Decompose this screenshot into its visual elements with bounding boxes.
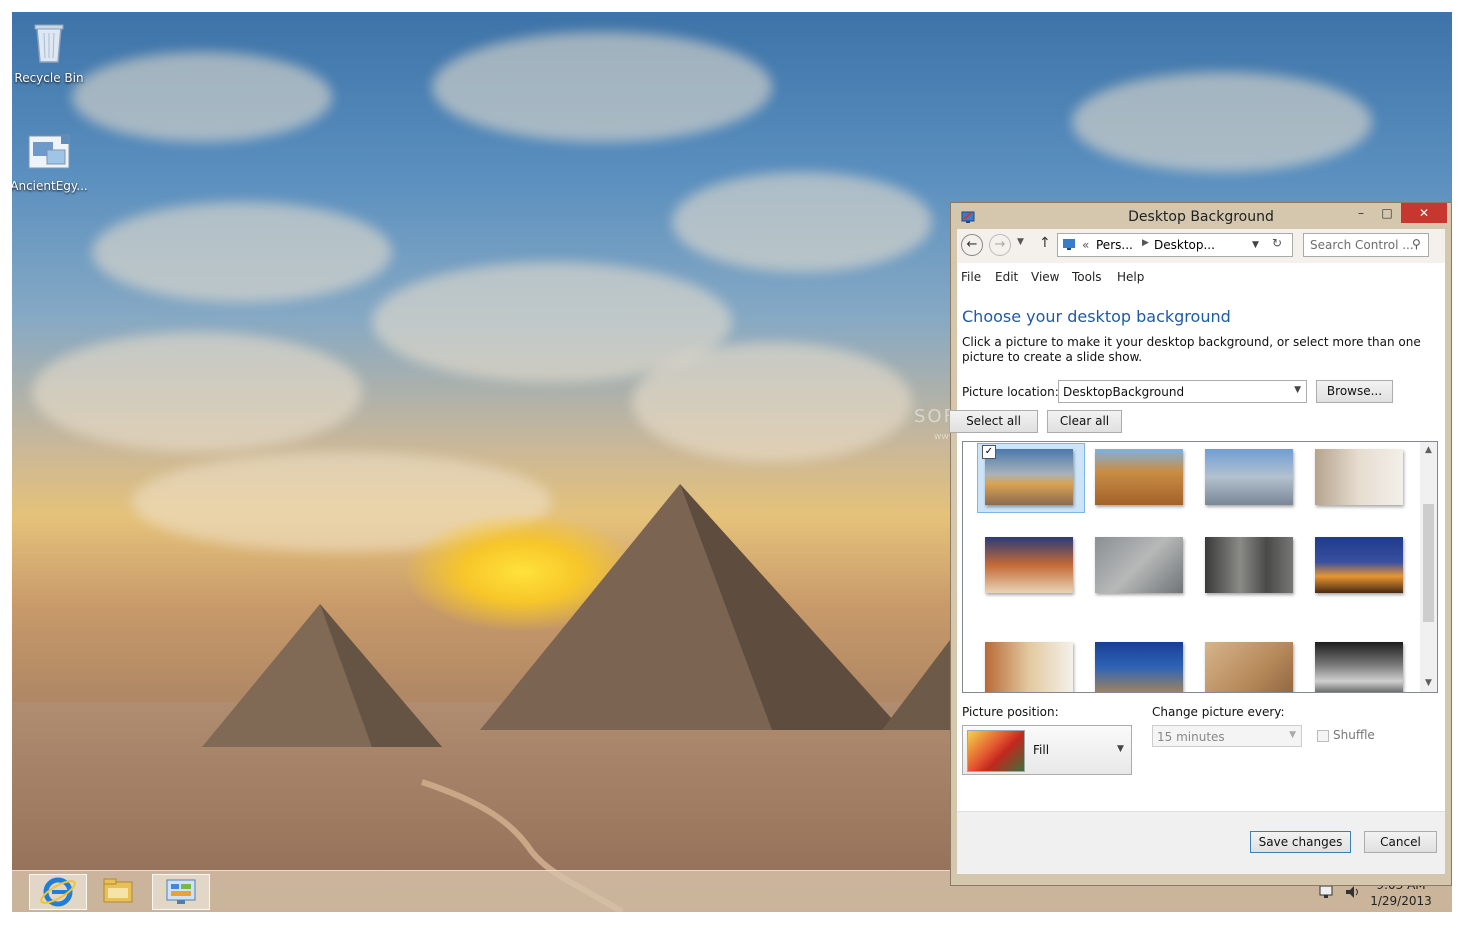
address-dropdown-icon[interactable]: ▼ xyxy=(1252,240,1259,250)
recycle-bin-shortcut[interactable]: Recycle Bin xyxy=(12,20,89,85)
thumbnail-desert-temple[interactable] xyxy=(1095,449,1183,505)
page-title: Choose your desktop background xyxy=(962,307,1231,326)
page-description: Click a picture to make it your desktop … xyxy=(962,335,1421,364)
recent-locations-chevron-icon[interactable]: ▼ xyxy=(1017,237,1024,247)
picture-position-value: Fill xyxy=(1033,743,1050,757)
picture-grid: ✓ ▲ ▼ xyxy=(962,441,1438,693)
thumbnail-colonnade-bw[interactable] xyxy=(1315,642,1403,692)
shuffle-checkbox[interactable] xyxy=(1317,730,1329,742)
scroll-down-icon[interactable]: ▼ xyxy=(1420,675,1437,692)
breadcrumb-separator-icon: ▶ xyxy=(1142,238,1149,248)
address-bar: ← → ▼ ↑ « Pers... ▶ Desktop... ▼ ↻ Searc… xyxy=(957,229,1445,263)
grid-scrollbar[interactable]: ▲ ▼ xyxy=(1420,442,1437,692)
file-explorer-icon xyxy=(103,878,133,903)
menu-tools[interactable]: Tools xyxy=(1072,270,1102,284)
up-arrow-icon[interactable]: ↑ xyxy=(1039,235,1051,251)
content-pane: Choose your desktop background Click a p… xyxy=(949,291,1445,811)
desktop-icon-label: AncientEgy... xyxy=(12,179,88,193)
thumbnail-hieroglyph-relief[interactable] xyxy=(1095,537,1183,593)
thumbnail-tomb-painting[interactable] xyxy=(985,642,1073,692)
scrollbar-thumb[interactable] xyxy=(1423,504,1434,622)
thumbnail-checkbox[interactable]: ✓ xyxy=(982,445,996,459)
taskbar-internet-explorer[interactable] xyxy=(29,874,87,910)
thumbnail-carved-pillars[interactable] xyxy=(1205,537,1293,593)
browse-button[interactable]: Browse... xyxy=(1316,380,1393,403)
picture-position-preview xyxy=(967,730,1025,772)
control-panel-icon xyxy=(166,879,196,904)
search-input[interactable]: Search Control ... ⚲ xyxy=(1303,233,1429,257)
far-pyramid xyxy=(882,640,950,730)
change-picture-select[interactable]: 15 minutes ▼ xyxy=(1152,725,1302,747)
thumbnail-temple-ruins[interactable] xyxy=(1205,449,1293,505)
recycle-bin-icon xyxy=(12,20,89,67)
chevron-down-icon: ▼ xyxy=(1117,744,1124,754)
scroll-up-icon[interactable]: ▲ xyxy=(1420,442,1437,459)
picture-location-value: DesktopBackground xyxy=(1063,385,1185,399)
theme-file-icon xyxy=(12,132,89,175)
thumbnail-carved-figures[interactable] xyxy=(1205,642,1293,692)
thumbnail-pharaoh-statue[interactable] xyxy=(1315,449,1403,505)
title-bar[interactable]: Desktop Background – □ ✕ xyxy=(951,203,1451,229)
menu-bar: File Edit View Tools Help xyxy=(957,263,1445,291)
network-icon[interactable] xyxy=(1318,884,1334,903)
picture-position-select[interactable]: Fill ▼ xyxy=(962,725,1132,775)
picture-location-select[interactable]: DesktopBackground ▼ xyxy=(1058,380,1307,403)
change-picture-value: 15 minutes xyxy=(1157,730,1225,744)
breadcrumb-desktop-background[interactable]: Desktop... xyxy=(1154,238,1215,252)
maximize-button[interactable]: □ xyxy=(1375,203,1399,223)
close-button[interactable]: ✕ xyxy=(1401,203,1447,223)
taskbar-file-explorer[interactable] xyxy=(90,874,148,910)
menu-help[interactable]: Help xyxy=(1117,270,1144,284)
select-all-button[interactable]: Select all xyxy=(949,410,1038,433)
save-changes-button[interactable]: Save changes xyxy=(1250,831,1351,853)
cancel-button[interactable]: Cancel xyxy=(1364,831,1437,853)
shuffle-label: Shuffle xyxy=(1333,728,1375,742)
ancient-egypt-shortcut[interactable]: AncientEgy... xyxy=(12,132,89,193)
volume-icon[interactable] xyxy=(1344,884,1360,903)
thumbnail-pyramids-sunset[interactable] xyxy=(985,449,1073,505)
clock-date: 1/29/2013 xyxy=(1370,894,1432,908)
search-placeholder: Search Control ... xyxy=(1310,238,1414,252)
address-path[interactable]: « Pers... ▶ Desktop... ▼ ↻ xyxy=(1057,233,1293,257)
breadcrumb-overflow[interactable]: « xyxy=(1082,238,1089,252)
forward-arrow-icon[interactable]: → xyxy=(989,234,1011,256)
minimize-button[interactable]: – xyxy=(1349,203,1373,223)
control-panel-breadcrumb-icon xyxy=(1062,237,1076,254)
thumbnail-philae-temple[interactable] xyxy=(1095,642,1183,692)
clear-all-button[interactable]: Clear all xyxy=(1047,410,1122,433)
chevron-down-icon: ▼ xyxy=(1289,730,1296,740)
taskbar-control-panel[interactable] xyxy=(152,874,210,910)
desktop-icon-label: Recycle Bin xyxy=(14,71,84,85)
thumbnail-temple-columns[interactable] xyxy=(985,537,1073,593)
refresh-icon[interactable]: ↻ xyxy=(1272,236,1282,250)
desktop-background-window: Desktop Background – □ ✕ ← → ▼ ↑ « Pers.… xyxy=(949,202,1452,886)
menu-edit[interactable]: Edit xyxy=(995,270,1018,284)
menu-view[interactable]: View xyxy=(1031,270,1059,284)
dialog-footer: Save changes Cancel xyxy=(957,811,1445,874)
menu-file[interactable]: File xyxy=(961,270,981,284)
chevron-down-icon: ▼ xyxy=(1294,385,1301,395)
change-picture-label: Change picture every: xyxy=(1152,705,1285,719)
picture-position-label: Picture position: xyxy=(962,705,1059,719)
picture-location-label: Picture location: xyxy=(962,385,1059,399)
thumbnail-luxor-temple-night[interactable] xyxy=(1315,537,1403,593)
internet-explorer-icon xyxy=(40,877,76,907)
back-arrow-icon[interactable]: ← xyxy=(961,234,983,256)
search-icon[interactable]: ⚲ xyxy=(1412,237,1421,251)
desktop: SOFTPEDIA www.softpedia.com Recycle Bin … xyxy=(12,12,1452,912)
breadcrumb-personalization[interactable]: Pers... xyxy=(1096,238,1133,252)
